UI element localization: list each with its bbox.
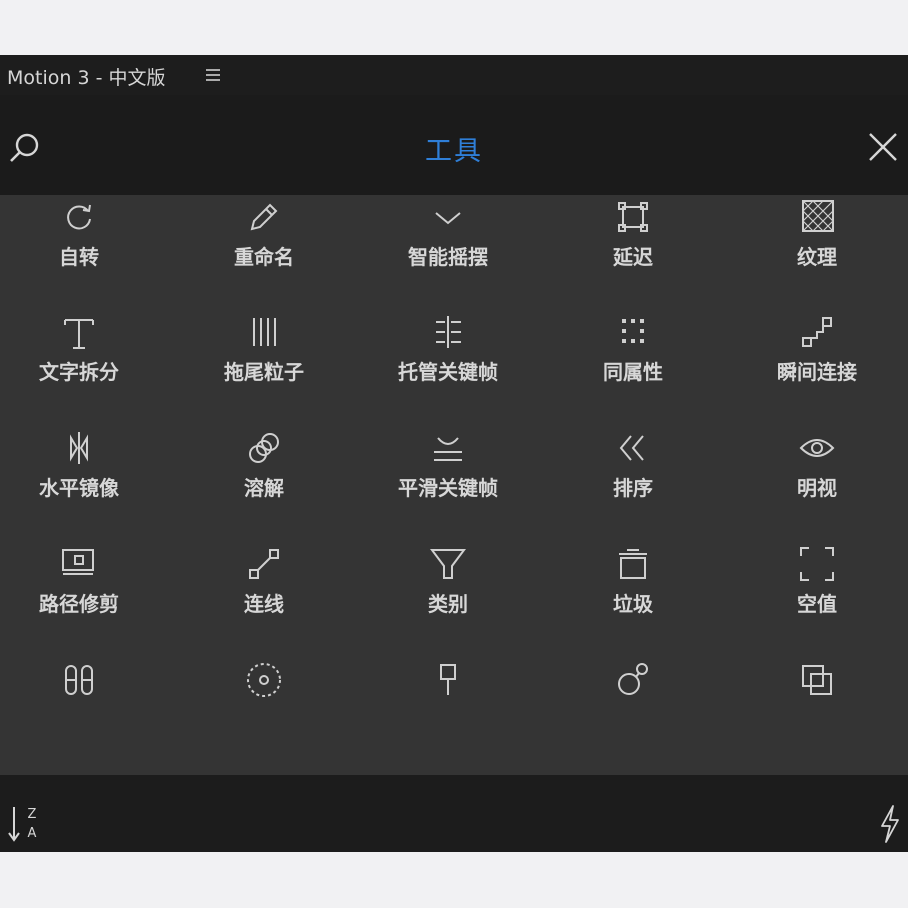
search-icon[interactable] [8, 131, 42, 165]
svg-text:Z: Z [28, 807, 37, 822]
tool-label: 平滑关键帧 [398, 476, 498, 500]
pin-icon [440, 664, 456, 695]
title-bar: Motion 3 - 中文版 [0, 55, 908, 95]
tool-item[interactable]: 文字拆分 [0, 310, 159, 420]
tool-item[interactable]: 延迟 [553, 195, 713, 305]
tool-label: 瞬间连接 [777, 360, 857, 384]
tool-item[interactable]: 空值 [737, 542, 897, 652]
tool-item[interactable]: 瞬间连接 [737, 310, 897, 420]
tool-label: 同属性 [603, 360, 663, 384]
tool-item[interactable]: 连线 [184, 542, 344, 652]
dashed-circle-icon [247, 663, 281, 697]
tool-label: 文字拆分 [39, 360, 119, 384]
close-icon[interactable] [867, 131, 899, 163]
tool-item[interactable]: 排序 [553, 426, 713, 536]
svg-text:A: A [28, 826, 37, 841]
tool-label: 垃圾 [613, 592, 653, 616]
tool-item[interactable] [737, 658, 897, 768]
tool-label: 拖尾粒子 [224, 360, 304, 384]
steps-icon [802, 317, 832, 347]
text-icon [64, 319, 94, 349]
tool-label: 空值 [797, 592, 837, 616]
tool-grid: 自转 重命名 智能摇摆 延迟 纹理文字拆分 拖尾粒子 托管关键帧 同属性 瞬间连接水平镜像 溶解 平… [0, 195, 908, 775]
eye-icon [799, 439, 835, 457]
tool-label: 水平镜像 [39, 476, 119, 500]
tool-item[interactable]: 路径修剪 [0, 542, 159, 652]
tool-label: 托管关键帧 [398, 360, 498, 384]
motion-panel: Motion 3 - 中文版 工具 自转 重命名 智能摇摆 延迟 纹理文字拆分 拖尾粒子 托… [0, 55, 908, 852]
tool-item[interactable]: 自转 [0, 195, 159, 305]
tool-item[interactable] [184, 658, 344, 768]
trash-icon [619, 549, 647, 579]
app-title: Motion 3 - 中文版 [7, 67, 166, 89]
chain-link-icon [249, 433, 279, 463]
tool-item[interactable] [553, 658, 713, 768]
tool-label: 连线 [244, 592, 284, 616]
trail-lines-icon [253, 318, 276, 346]
lightning-icon[interactable] [876, 803, 904, 845]
tool-item[interactable]: 溶解 [184, 426, 344, 536]
tool-item[interactable]: 重命名 [184, 195, 344, 305]
tool-item[interactable]: 拖尾粒子 [184, 310, 344, 420]
tool-label: 溶解 [244, 476, 284, 500]
tool-item[interactable]: 平滑关键帧 [368, 426, 528, 536]
pills-icon [65, 665, 93, 695]
tool-item[interactable]: 水平镜像 [0, 426, 159, 536]
double-chevron-left-icon [619, 435, 644, 461]
pencil-icon [250, 203, 278, 231]
duplicate-icon [802, 665, 832, 695]
bounding-box-icon [618, 202, 648, 232]
tool-label: 智能摇摆 [408, 245, 488, 269]
tool-label: 明视 [797, 476, 837, 500]
tool-item[interactable] [0, 658, 159, 768]
panel-title: 工具 [425, 136, 483, 167]
tool-label: 重命名 [234, 245, 294, 269]
wiggle-icon [435, 212, 461, 225]
mirror-icon [70, 432, 88, 464]
tool-label: 纹理 [797, 245, 837, 269]
tool-item[interactable]: 智能摇摆 [368, 195, 528, 305]
tool-item[interactable] [368, 658, 528, 768]
circle-arrow-icon [618, 663, 648, 695]
null-frame-icon [800, 547, 834, 581]
tool-label: 类别 [428, 592, 468, 616]
tool-item[interactable]: 托管关键帧 [368, 310, 528, 420]
tool-label: 自转 [59, 245, 99, 269]
trim-path-icon [62, 549, 94, 575]
funnel-icon [430, 549, 466, 579]
keyframe-align-icon [436, 316, 461, 348]
tool-label: 排序 [613, 476, 653, 500]
tool-item[interactable]: 明视 [737, 426, 897, 536]
connect-line-icon [249, 549, 279, 579]
hamburger-menu-icon[interactable] [204, 66, 222, 84]
smooth-curve-icon [434, 437, 462, 461]
tool-item[interactable]: 垃圾 [553, 542, 713, 652]
sort-za-icon[interactable]: Z A [6, 801, 42, 845]
panel-footer [0, 775, 908, 852]
tool-item[interactable]: 类别 [368, 542, 528, 652]
tool-label: 路径修剪 [39, 592, 119, 616]
tool-item[interactable]: 同属性 [553, 310, 713, 420]
texture-icon [802, 200, 834, 232]
rotate-icon [67, 204, 91, 230]
dot-grid-icon [622, 319, 644, 343]
tool-item[interactable]: 纹理 [737, 195, 897, 305]
tool-label: 延迟 [613, 245, 653, 269]
